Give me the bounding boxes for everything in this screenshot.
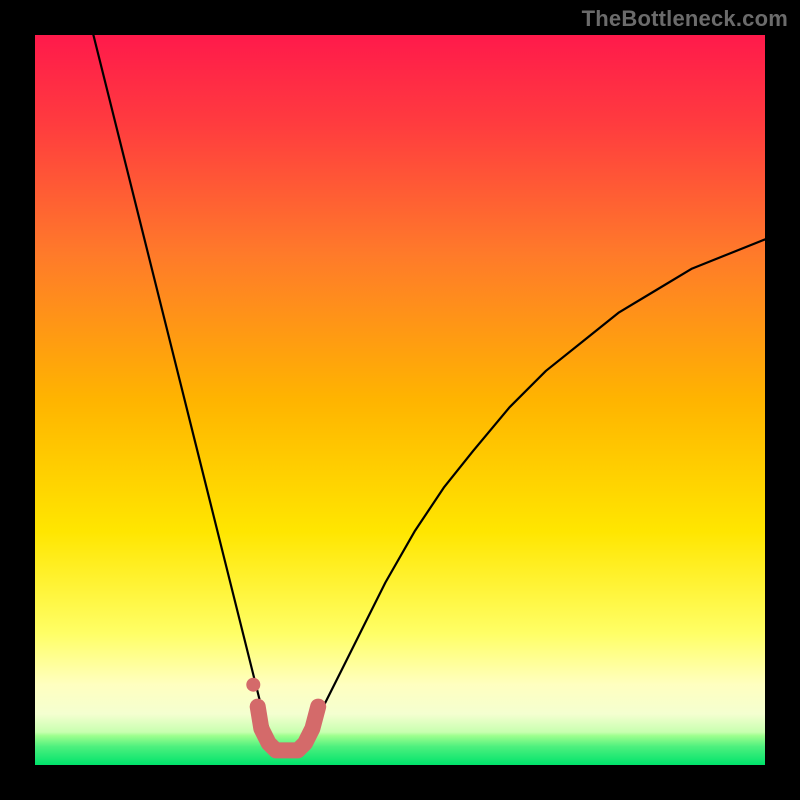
chart-background-gradient xyxy=(35,35,765,765)
watermark-text: TheBottleneck.com xyxy=(582,6,788,32)
chart-frame xyxy=(35,35,765,765)
